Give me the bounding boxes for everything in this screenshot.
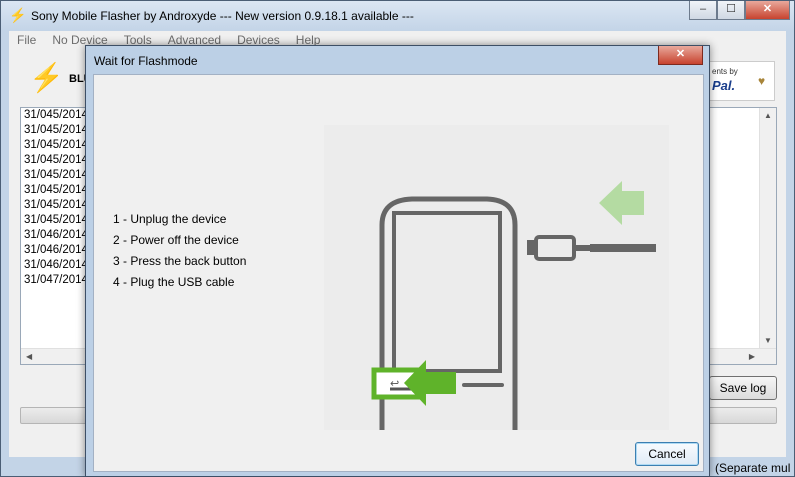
instruction-steps: 1 - Unplug the device 2 - Power off the … <box>113 209 246 293</box>
cancel-button[interactable]: Cancel <box>635 442 699 466</box>
paypal-donate-button[interactable]: ents by Pal. ♥ <box>709 61 775 101</box>
close-button[interactable]: ✕ <box>745 1 790 20</box>
dialog-title: Wait for Flashmode <box>94 54 198 68</box>
save-log-button[interactable]: Save log <box>709 376 777 400</box>
status-text: (Separate mul <box>715 461 791 475</box>
step-plug-usb: 4 - Plug the USB cable <box>113 275 235 289</box>
paypal-caption: ents by <box>712 67 738 76</box>
dialog-close-button[interactable]: ✕ <box>658 46 703 65</box>
menu-file[interactable]: File <box>9 31 44 49</box>
dialog-client-area: 1 - Unplug the device 2 - Power off the … <box>93 74 704 472</box>
vertical-scrollbar[interactable]: ▲ ▼ <box>759 108 776 348</box>
scroll-right-icon[interactable]: ▶ <box>749 352 755 361</box>
lightning-icon: ⚡ <box>9 7 27 23</box>
step-unplug: 1 - Unplug the device <box>113 212 227 226</box>
heart-icon: ♥ <box>758 74 766 88</box>
wait-for-flashmode-dialog: Wait for Flashmode ✕ 1 - Unplug the devi… <box>85 45 710 477</box>
main-titlebar: ⚡ Sony Mobile Flasher by Androxyde --- N… <box>1 1 794 31</box>
step-back-button: 3 - Press the back button <box>113 254 247 268</box>
paypal-logo: Pal. <box>712 78 736 93</box>
scroll-down-icon[interactable]: ▼ <box>764 336 772 345</box>
scroll-up-icon[interactable]: ▲ <box>764 111 772 120</box>
scroll-left-icon[interactable]: ◀ <box>26 352 32 361</box>
minimize-button[interactable]: – <box>689 1 717 20</box>
flashmode-illustration: ↩ <box>324 125 669 430</box>
step-power-off: 2 - Power off the device <box>113 233 239 247</box>
flash-toolbar-icon[interactable]: ⚡ <box>29 61 64 94</box>
main-window-title: Sony Mobile Flasher by Androxyde --- New… <box>31 9 414 23</box>
maximize-button[interactable]: ☐ <box>717 1 745 20</box>
